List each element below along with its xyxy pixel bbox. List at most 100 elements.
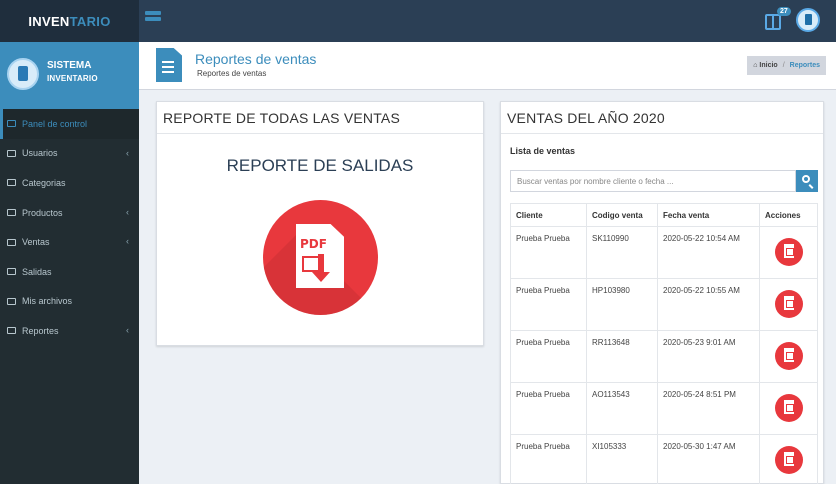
sales-table: Cliente Codigo venta Fecha venta Accione… (510, 203, 818, 484)
sidebar-toggle-icon[interactable] (145, 11, 161, 27)
page-title: Reportes de ventas (195, 51, 317, 67)
cell-codigo: AO113543 (586, 382, 658, 435)
pdf-label: PDF (300, 237, 327, 251)
sidebar-item-label: Mis archivos (22, 296, 73, 307)
table-row: Prueba Prueba RR113648 2020-05-23 9:01 AM (510, 330, 818, 383)
box-title: REPORTE DE TODAS LAS VENTAS (157, 102, 483, 134)
download-pdf-report-button[interactable]: PDF (263, 200, 378, 315)
chevron-left-icon: ‹ (126, 147, 129, 158)
breadcrumb-home-link[interactable]: ⌂ Inicio (753, 62, 777, 69)
page-subtitle: Reportes de ventas (197, 69, 267, 78)
cell-actions (759, 278, 818, 331)
search-icon (802, 175, 810, 183)
breadcrumb-separator: / (782, 62, 785, 69)
chevron-left-icon: ‹ (126, 236, 129, 247)
salidas-report-heading: REPORTE DE SALIDAS (226, 156, 414, 175)
chevron-left-icon: ‹ (126, 325, 129, 336)
sales-list-title: Lista de ventas (510, 146, 576, 156)
row-pdf-download-button[interactable] (774, 237, 803, 266)
app-logo[interactable]: INVEN TARIO (0, 0, 139, 42)
table-row: Prueba Prueba AO113543 2020-05-24 8:51 PM (510, 382, 818, 435)
users-icon (6, 148, 16, 158)
cell-fecha: 2020-05-22 10:55 AM (657, 278, 760, 331)
top-navbar: INVEN TARIO 27 (0, 0, 836, 42)
user-subtitle: INVENTARIO (47, 74, 98, 83)
cell-fecha: 2020-05-22 10:54 AM (657, 226, 760, 279)
cell-fecha: 2020-05-24 8:51 PM (657, 382, 760, 435)
all-sales-report-box: REPORTE DE TODAS LAS VENTAS REPORTE DE S… (156, 101, 484, 346)
cell-fecha: 2020-05-30 1:47 AM (657, 434, 760, 484)
sidebar-item-label: Panel de control (22, 118, 88, 129)
cell-codigo: SK110990 (586, 226, 658, 279)
row-pdf-download-button[interactable] (774, 393, 803, 422)
products-icon (6, 208, 16, 218)
breadcrumb-current: Reportes (789, 62, 820, 69)
book-icon (765, 14, 781, 30)
cell-actions (759, 434, 818, 484)
content-header: Reportes de ventas Reportes de ventas ⌂ … (139, 42, 836, 90)
user-avatar (7, 58, 39, 90)
sidebar-item-panel-de-control[interactable]: Panel de control (0, 109, 139, 139)
notification-count-badge: 27 (777, 7, 791, 16)
row-pdf-download-button[interactable] (774, 289, 803, 318)
cell-actions (759, 226, 818, 279)
sidebar-item-reportes[interactable]: Reportes ‹ (0, 316, 139, 346)
cell-cliente: Prueba Prueba (510, 382, 587, 435)
logo-text-inven: INVEN (28, 13, 70, 29)
row-pdf-download-button[interactable] (774, 445, 803, 474)
sidebar-item-salidas[interactable]: Salidas (0, 257, 139, 287)
sidebar-item-label: Salidas (22, 266, 52, 277)
cell-codigo: HP103980 (586, 278, 658, 331)
sidebar-item-ventas[interactable]: Ventas ‹ (0, 227, 139, 257)
cell-cliente: Prueba Prueba (510, 434, 587, 484)
user-panel: SISTEMA INVENTARIO (0, 42, 139, 109)
sidebar-item-label: Categorias (22, 177, 66, 188)
pdf-file-icon: PDF (296, 224, 344, 288)
sidebar-item-label: Usuarios (22, 148, 58, 159)
cell-fecha: 2020-05-23 9:01 AM (657, 330, 760, 383)
search-bar (510, 170, 818, 192)
row-pdf-download-button[interactable] (774, 341, 803, 370)
user-avatar-menu[interactable] (796, 8, 820, 32)
sidebar-item-productos[interactable]: Productos ‹ (0, 198, 139, 228)
sidebar-item-categorias[interactable]: Categorias (0, 168, 139, 198)
cell-actions (759, 382, 818, 435)
logo-text-tario: TARIO (69, 13, 111, 29)
search-button[interactable] (796, 170, 818, 192)
sidebar-item-usuarios[interactable]: Usuarios ‹ (0, 139, 139, 169)
table-row: Prueba Prueba HP103980 2020-05-22 10:55 AM (510, 278, 818, 331)
cell-cliente: Prueba Prueba (510, 330, 587, 383)
breadcrumb: ⌂ Inicio / Reportes (747, 56, 826, 75)
sales-search-input[interactable] (510, 170, 796, 192)
cell-cliente: Prueba Prueba (510, 278, 587, 331)
column-header: Acciones (759, 203, 818, 227)
sidebar-item-label: Ventas (22, 237, 50, 248)
user-name: SISTEMA (47, 60, 92, 71)
categories-icon (6, 178, 16, 188)
sales-2020-box: VENTAS DEL AÑO 2020 Lista de ventas Clie… (500, 101, 824, 484)
cell-codigo: XI105333 (586, 434, 658, 484)
column-header: Fecha venta (657, 203, 760, 227)
sidebar-item-label: Reportes (22, 325, 59, 336)
column-header: Cliente (510, 203, 587, 227)
sidebar: SISTEMA INVENTARIO Panel de control Usuar… (0, 42, 139, 484)
dashboard-icon (6, 119, 16, 129)
download-arrow-icon (312, 254, 330, 282)
sidebar-item-mis-archivos[interactable]: Mis archivos (0, 287, 139, 317)
column-header: Codigo venta (586, 203, 658, 227)
table-row: Prueba Prueba XI105333 2020-05-30 1:47 AM (510, 434, 818, 484)
outputs-icon (6, 267, 16, 277)
sales-icon (6, 237, 16, 247)
sidebar-item-label: Productos (22, 207, 63, 218)
document-icon (156, 48, 182, 82)
sidebar-menu: Panel de control Usuarios ‹ Categorias Produ… (0, 109, 139, 346)
reports-icon (6, 326, 16, 336)
cell-actions (759, 330, 818, 383)
files-icon (6, 296, 16, 306)
chevron-left-icon: ‹ (126, 206, 129, 217)
table-row: Prueba Prueba SK110990 2020-05-22 10:54 AM (510, 226, 818, 279)
table-header-row: Cliente Codigo venta Fecha venta Accione… (510, 203, 818, 227)
notifications-button[interactable]: 27 (765, 7, 791, 30)
cell-cliente: Prueba Prueba (510, 226, 587, 279)
cell-codigo: RR113648 (586, 330, 658, 383)
